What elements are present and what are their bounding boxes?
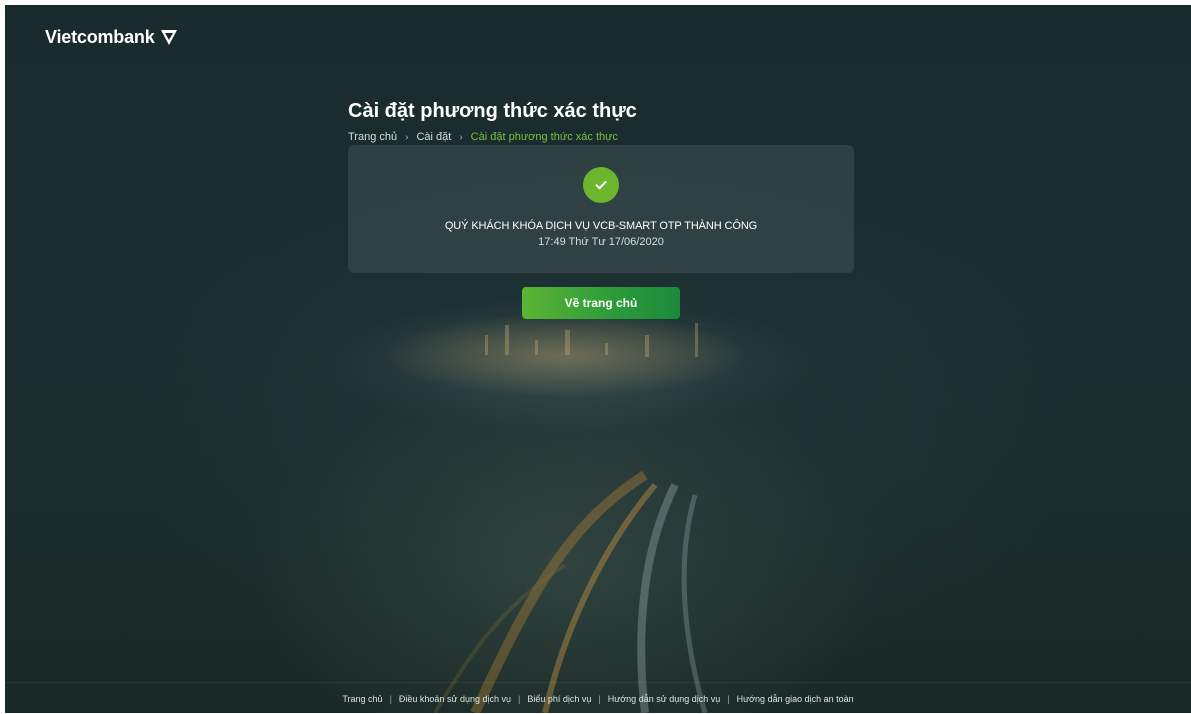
breadcrumb-item-current: Cài đặt phương thức xác thực <box>470 131 618 143</box>
main-content: Cài đặt phương thức xác thực Trang chủ ›… <box>348 98 854 273</box>
footer-link-terms[interactable]: Điều khoản sử dụng dịch vụ <box>399 694 511 704</box>
header: Vietcombank <box>45 22 179 52</box>
page-title: Cài đặt phương thức xác thực <box>348 100 637 122</box>
footer-link-home[interactable]: Trang chủ <box>342 694 382 704</box>
brand-shield-icon <box>159 27 179 47</box>
footer-separator: | <box>727 693 730 704</box>
footer-link-fees[interactable]: Biểu phí dịch vụ <box>527 694 591 704</box>
result-card: QUÝ KHÁCH KHÓA DỊCH VỤ VCB-SMART OTP THÀ… <box>348 145 854 273</box>
footer-separator: | <box>518 693 521 704</box>
success-check-icon <box>583 167 619 203</box>
result-message: QUÝ KHÁCH KHÓA DỊCH VỤ VCB-SMART OTP THÀ… <box>444 220 758 232</box>
chevron-right-icon: › <box>459 131 463 143</box>
footer-separator: | <box>598 693 601 704</box>
footer-links: Trang chủ | Điều khoản sử dụng dịch vụ |… <box>5 682 1191 714</box>
breadcrumb: Trang chủ › Cài đặt › Cài đặt phương thứ… <box>348 131 854 143</box>
breadcrumb-item-settings[interactable]: Cài đặt <box>416 131 451 143</box>
result-timestamp: 17:49 Thứ Tư 17/06/2020 <box>538 236 664 248</box>
back-to-home-button[interactable]: Về trang chủ <box>522 287 680 319</box>
footer-link-safety-guide[interactable]: Hướng dẫn giao dịch an toàn <box>737 694 854 704</box>
footer-link-usage-guide[interactable]: Hướng dẫn sử dụng dịch vụ <box>608 694 721 704</box>
brand-logo-text[interactable]: Vietcombank <box>45 27 155 48</box>
chevron-right-icon: › <box>405 131 409 143</box>
breadcrumb-item-home[interactable]: Trang chủ <box>348 131 397 143</box>
footer-separator: | <box>389 693 392 704</box>
